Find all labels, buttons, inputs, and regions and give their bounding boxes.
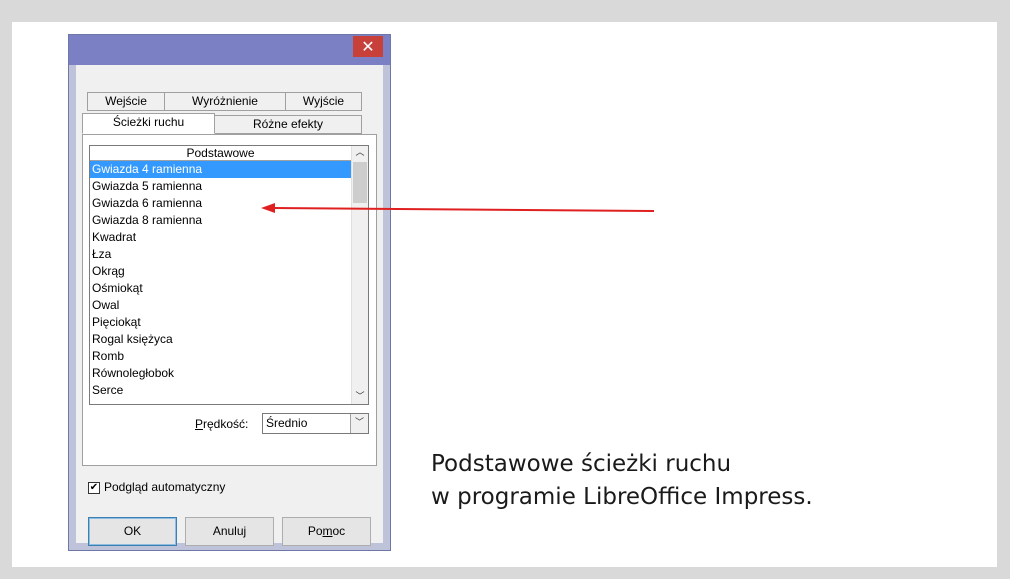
slide-caption: Podstawowe ścieżki ruchu w programie Lib… bbox=[431, 448, 951, 514]
arrow-head bbox=[261, 203, 275, 213]
tab-motion-paths[interactable]: Ścieżki ruchu bbox=[82, 113, 215, 134]
arrow-line bbox=[273, 207, 655, 212]
caption-line-1: Podstawowe ścieżki ruchu bbox=[431, 451, 732, 477]
slide: ✕ Wejście Wyróżnienie Wyjście Ścieżki ru… bbox=[12, 22, 997, 567]
caption-line-2: w programie LibreOffice Impress. bbox=[431, 484, 813, 510]
